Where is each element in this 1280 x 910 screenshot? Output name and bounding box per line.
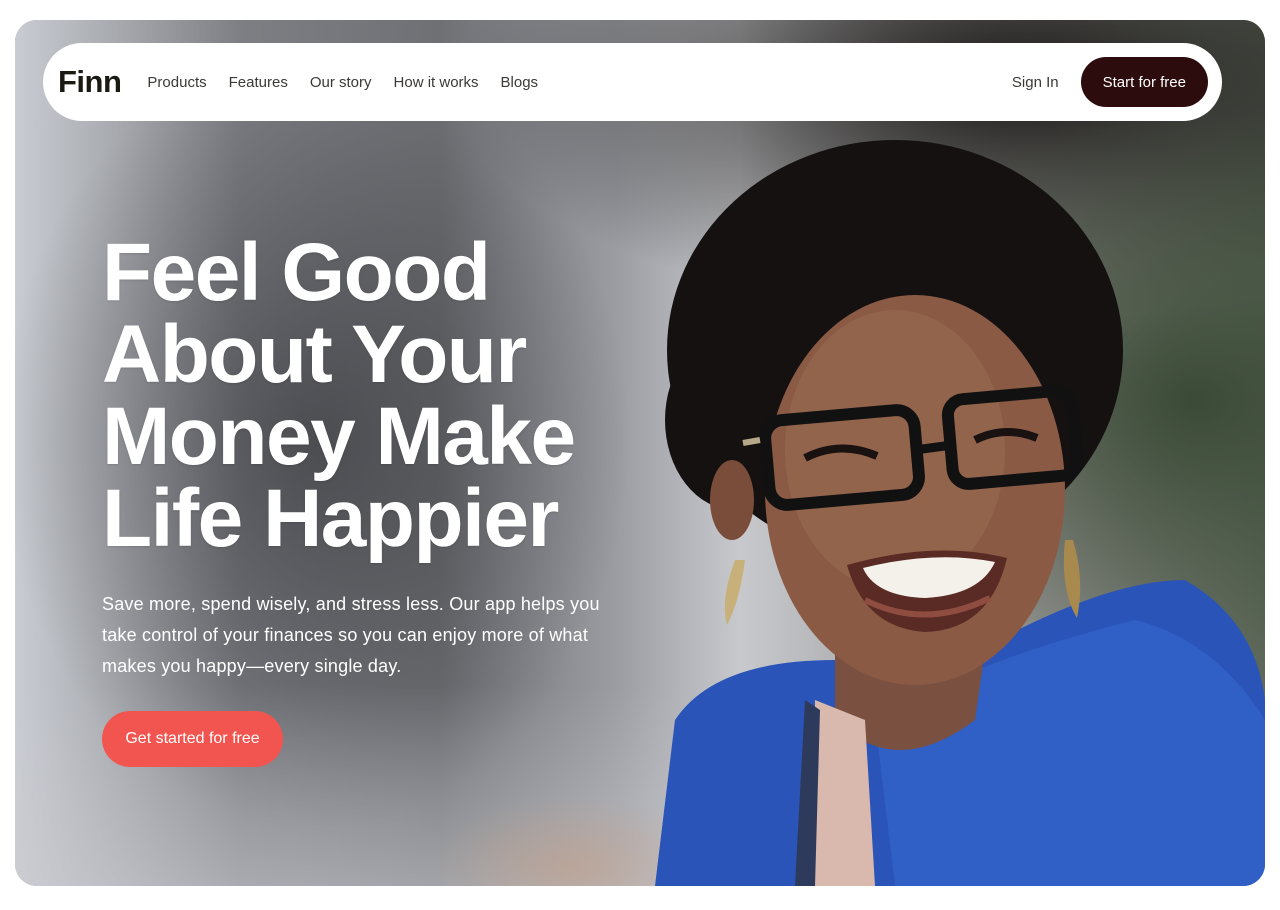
- nav-links: Products Features Our story How it works…: [147, 74, 560, 91]
- brand-logo[interactable]: Finn: [58, 64, 122, 100]
- hero-headline: Feel Good About Your Money Make Life Hap…: [102, 232, 662, 560]
- hero-section: Finn Products Features Our story How it …: [15, 20, 1265, 886]
- headline-line: About Your: [102, 309, 527, 400]
- top-navbar: Finn Products Features Our story How it …: [43, 43, 1222, 121]
- headline-line: Life Happier: [102, 473, 559, 564]
- sign-in-link[interactable]: Sign In: [1012, 74, 1059, 91]
- get-started-button[interactable]: Get started for free: [102, 711, 283, 767]
- nav-link-how-it-works[interactable]: How it works: [394, 74, 479, 91]
- headline-line: Money Make: [102, 391, 576, 482]
- nav-link-features[interactable]: Features: [229, 74, 288, 91]
- start-for-free-button[interactable]: Start for free: [1080, 57, 1208, 107]
- nav-link-blogs[interactable]: Blogs: [501, 74, 539, 91]
- hero-subtext: Save more, spend wisely, and stress less…: [102, 594, 600, 676]
- nav-link-our-story[interactable]: Our story: [310, 74, 372, 91]
- headline-line: Feel Good: [102, 227, 491, 318]
- nav-link-products[interactable]: Products: [147, 74, 206, 91]
